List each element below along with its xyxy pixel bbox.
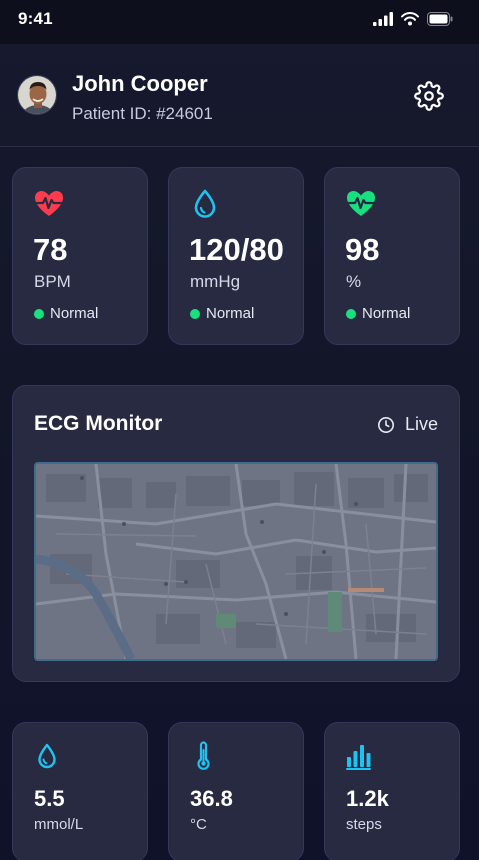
steps-value: 1.2k bbox=[346, 786, 389, 811]
heart-rate-unit: BPM bbox=[34, 272, 71, 291]
steps-unit: steps bbox=[346, 816, 382, 833]
ecg-live-indicator[interactable]: Live bbox=[377, 414, 438, 435]
oxygen-unit: % bbox=[346, 272, 362, 291]
clock-icon bbox=[377, 416, 394, 433]
status-dot bbox=[34, 308, 44, 319]
heart-pulse-icon bbox=[347, 191, 375, 216]
battery-icon bbox=[427, 12, 453, 26]
temperature-unit: °C bbox=[190, 816, 207, 833]
avatar[interactable] bbox=[17, 75, 57, 115]
blood-pressure-card[interactable]: 120/80 mmHg Normal bbox=[168, 167, 304, 345]
droplet-icon bbox=[38, 743, 56, 769]
status-label: Normal bbox=[362, 305, 411, 322]
ecg-monitor-card: ECG Monitor Live bbox=[12, 385, 460, 682]
profile-header: John Cooper Patient ID: #24601 bbox=[0, 44, 479, 147]
oxygen-card[interactable]: 98 % Normal bbox=[324, 167, 460, 345]
temperature-card[interactable]: 36.8 °C bbox=[168, 722, 304, 860]
droplet-icon bbox=[194, 189, 216, 218]
thermometer-icon bbox=[197, 741, 210, 770]
status-label: Normal bbox=[50, 305, 99, 322]
bar-chart-icon bbox=[346, 745, 371, 770]
oxygen-value: 98 bbox=[345, 232, 380, 267]
blood-pressure-status: Normal bbox=[190, 305, 254, 322]
status-label: Normal bbox=[206, 305, 255, 322]
user-name: John Cooper bbox=[72, 71, 208, 96]
heart-pulse-icon bbox=[35, 191, 63, 216]
ecg-title: ECG Monitor bbox=[34, 412, 163, 435]
heart-rate-value: 78 bbox=[33, 232, 68, 267]
glucose-card[interactable]: 5.5 mmol/L bbox=[12, 722, 148, 860]
ecg-display-map[interactable] bbox=[34, 462, 438, 661]
steps-card[interactable]: 1.2k steps bbox=[324, 722, 460, 860]
live-label: Live bbox=[404, 414, 438, 434]
settings-button[interactable] bbox=[414, 81, 444, 111]
status-time: 9:41 bbox=[18, 9, 53, 28]
wifi-icon bbox=[401, 12, 419, 26]
signal-icon bbox=[373, 12, 393, 26]
glucose-value: 5.5 bbox=[34, 786, 65, 811]
oxygen-status: Normal bbox=[346, 305, 410, 322]
status-bar: 9:41 bbox=[0, 0, 479, 44]
blood-pressure-value: 120/80 bbox=[189, 232, 284, 267]
map-image bbox=[36, 464, 436, 659]
heart-rate-status: Normal bbox=[34, 305, 98, 322]
gear-icon bbox=[414, 81, 444, 111]
temperature-value: 36.8 bbox=[190, 786, 233, 811]
heart-rate-card[interactable]: 78 BPM Normal bbox=[12, 167, 148, 345]
blood-pressure-unit: mmHg bbox=[190, 272, 241, 291]
status-dot bbox=[190, 308, 200, 319]
status-icons bbox=[373, 12, 453, 26]
status-dot bbox=[346, 308, 356, 319]
glucose-unit: mmol/L bbox=[34, 816, 84, 833]
patient-id: Patient ID: #24601 bbox=[72, 104, 213, 123]
